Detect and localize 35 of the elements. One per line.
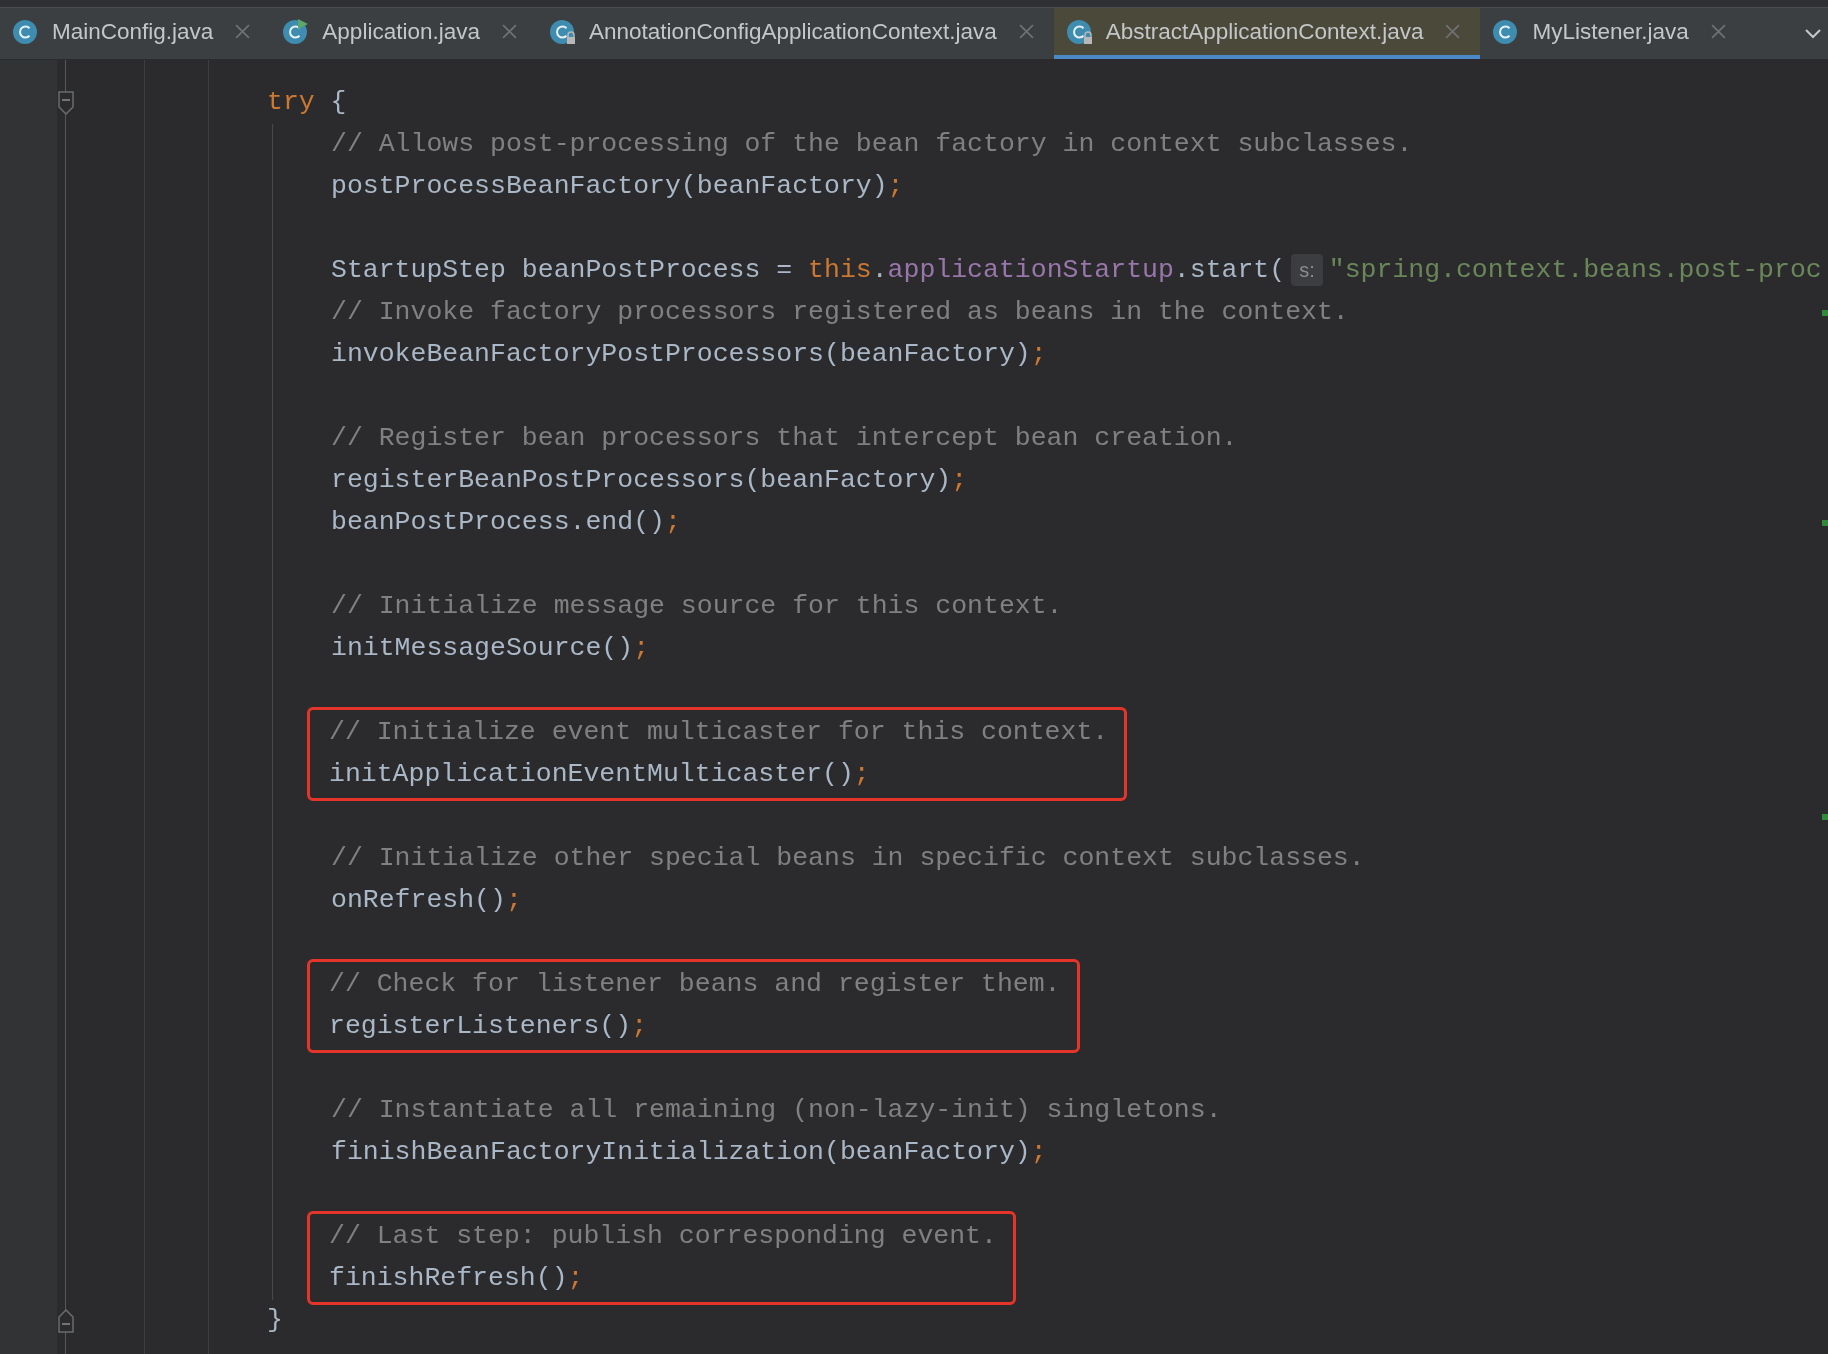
- editor-tab[interactable]: MyListener.java: [1480, 8, 1746, 59]
- code-line: beanPostProcess.end();: [331, 506, 681, 540]
- code-line: postProcessBeanFactory(beanFactory);: [331, 170, 904, 204]
- code-line: // Initialize message source for this context.: [331, 590, 1063, 624]
- code-line: // Check for listener beans and register them.: [329, 968, 1061, 1002]
- editor-tab[interactable]: Application.java: [270, 8, 537, 59]
- code-line: invokeBeanFactoryPostProcessors(beanFactory);: [331, 338, 1047, 372]
- close-icon[interactable]: [1710, 24, 1726, 39]
- close-icon[interactable]: [1018, 24, 1034, 39]
- code-line: // Allows post-processing of the bean factory in context subclasses.: [331, 128, 1413, 162]
- code-line: // Invoke factory processors registered as beans in the context.: [331, 296, 1349, 330]
- code-line: // Register bean processors that intercept bean creation.: [331, 422, 1238, 456]
- code-line: registerListeners();: [329, 1010, 648, 1044]
- code-line: initApplicationEventMulticaster();: [329, 758, 870, 792]
- code-line: try {: [267, 86, 347, 120]
- fold-marker-icon[interactable]: [58, 1309, 74, 1333]
- close-icon[interactable]: [235, 24, 251, 39]
- code-line: onRefresh();: [331, 884, 522, 918]
- close-icon[interactable]: [1445, 24, 1461, 39]
- fold-marker-icon[interactable]: [58, 91, 74, 115]
- code-line: finishRefresh();: [329, 1262, 584, 1296]
- chevron-down-icon[interactable]: [1804, 27, 1822, 40]
- code-line: // Last step: publish corresponding event.: [329, 1220, 997, 1254]
- editor-tab[interactable]: AnnotationConfigApplicationContext.java: [536, 8, 1054, 59]
- code-line: StartupStep beanPostProcess = this.applicationStartup.start( s: "spring.context.beans.post-proc: [331, 253, 1822, 289]
- code-line: initMessageSource();: [331, 632, 650, 666]
- code-line: finishBeanFactoryInitialization(beanFactory);: [331, 1136, 1047, 1170]
- close-icon[interactable]: [501, 24, 517, 39]
- code-line: }: [267, 1304, 283, 1338]
- editor-tab[interactable]: AbstractApplicationContext.java: [1053, 8, 1481, 59]
- code-line: // Initialize other special beans in specific context subclasses.: [331, 842, 1365, 876]
- editor-tab[interactable]: MainConfig.java: [0, 8, 271, 59]
- code-line: registerBeanPostProcessors(beanFactory);: [331, 464, 968, 498]
- code-line: // Instantiate all remaining (non-lazy-init) singletons.: [331, 1094, 1222, 1128]
- code-line: // Initialize event multicaster for this context.: [329, 716, 1109, 750]
